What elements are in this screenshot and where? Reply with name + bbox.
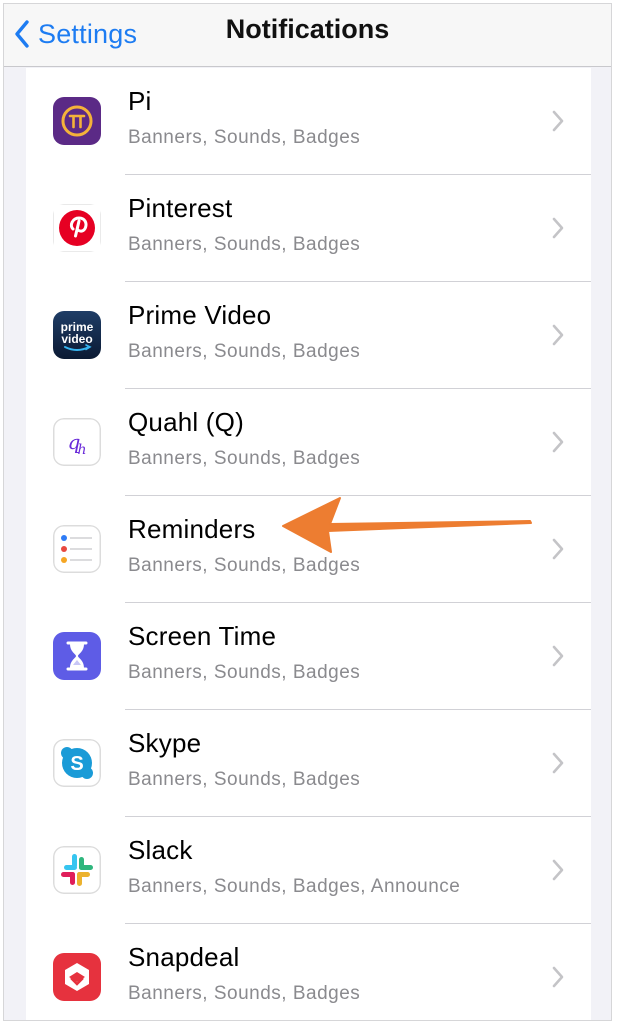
app-name: Slack: [128, 835, 193, 865]
app-name: Reminders: [128, 514, 256, 544]
app-notification-summary: Banners, Sounds, Badges: [128, 555, 361, 576]
app-name: Snapdeal: [128, 942, 240, 972]
reminders-icon: [53, 525, 101, 573]
list-item-slack[interactable]: Slack Banners, Sounds, Badges, Announce: [26, 817, 591, 924]
pinterest-icon: [53, 204, 101, 252]
app-name: Prime Video: [128, 300, 272, 330]
svg-text:h: h: [77, 442, 86, 458]
navigation-bar: Settings Notifications: [4, 4, 611, 67]
list-item-reminders[interactable]: Reminders Banners, Sounds, Badges: [26, 496, 591, 603]
list-item-screen-time[interactable]: Screen Time Banners, Sounds, Badges: [26, 603, 591, 710]
chevron-right-icon: [551, 538, 565, 560]
svg-text:video: video: [61, 332, 92, 346]
chevron-right-icon: [551, 324, 565, 346]
skype-icon: S: [53, 739, 101, 787]
svg-text:S: S: [70, 753, 83, 775]
app-notification-summary: Banners, Sounds, Badges: [128, 448, 361, 469]
app-notification-summary: Banners, Sounds, Badges: [128, 769, 361, 790]
pi-icon: [53, 97, 101, 145]
chevron-right-icon: [551, 859, 565, 881]
hourglass-icon: [53, 632, 101, 680]
chevron-right-icon: [551, 966, 565, 988]
app-name: Quahl (Q): [128, 407, 244, 437]
list-item-pinterest[interactable]: Pinterest Banners, Sounds, Badges: [26, 175, 591, 282]
chevron-right-icon: [551, 645, 565, 667]
slack-icon: [53, 846, 101, 894]
list-item-skype[interactable]: S Skype Banners, Sounds, Badges: [26, 710, 591, 817]
app-name: Skype: [128, 728, 202, 758]
screen-frame: Settings Notifications Pi Banners, Sound…: [3, 3, 612, 1021]
app-notification-summary: Banners, Sounds, Badges: [128, 662, 361, 683]
chevron-right-icon: [551, 752, 565, 774]
list-item-quahl[interactable]: q h Quahl (Q) Banners, Sounds, Badges: [26, 389, 591, 496]
prime-video-icon: prime video: [53, 311, 101, 359]
quahl-icon: q h: [53, 418, 101, 466]
app-notification-summary: Banners, Sounds, Badges: [128, 341, 361, 362]
page-title: Notifications: [225, 14, 390, 44]
chevron-right-icon: [551, 431, 565, 453]
list-item-pi[interactable]: Pi Banners, Sounds, Badges: [26, 68, 591, 175]
chevron-right-icon: [551, 110, 565, 132]
app-name: Screen Time: [128, 621, 277, 651]
app-name: Pi: [128, 86, 152, 116]
app-notification-summary: Banners, Sounds, Badges: [128, 983, 361, 1004]
snapdeal-icon: [53, 953, 101, 1001]
app-name: Pinterest: [128, 193, 233, 223]
app-notification-summary: Banners, Sounds, Badges, Announce: [128, 876, 461, 897]
list-item-prime-video[interactable]: prime video Prime Video Banners, Sounds,…: [26, 282, 591, 389]
app-notification-summary: Banners, Sounds, Badges: [128, 127, 361, 148]
list-item-snapdeal[interactable]: Snapdeal Banners, Sounds, Badges: [26, 924, 591, 1020]
chevron-right-icon: [551, 217, 565, 239]
app-notification-list: Pi Banners, Sounds, Badges Pinterest Ban…: [26, 68, 591, 1020]
app-notification-summary: Banners, Sounds, Badges: [128, 234, 361, 255]
